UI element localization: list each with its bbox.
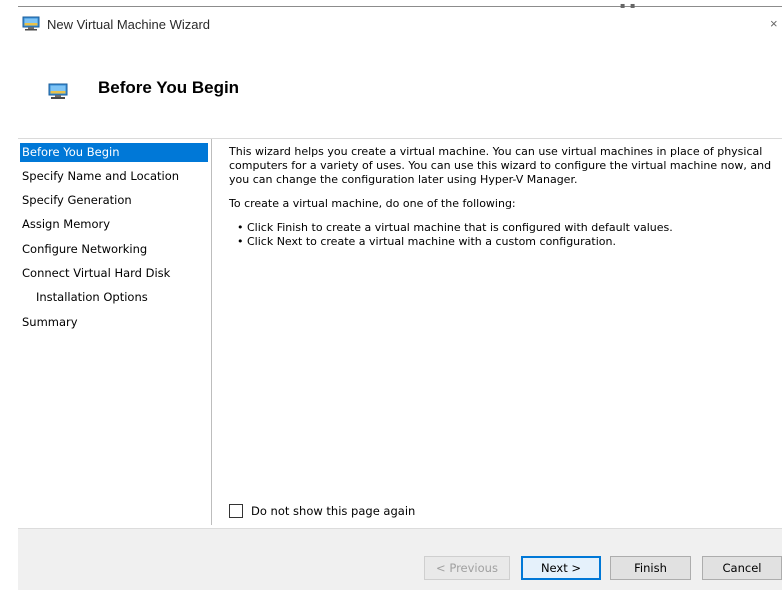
nav-item-label: Summary <box>22 315 78 329</box>
finish-button[interactable]: Finish <box>610 556 691 580</box>
list-item: • Click Finish to create a virtual machi… <box>237 221 673 234</box>
nav-item-label: Configure Networking <box>22 242 148 256</box>
next-button[interactable]: Next > <box>521 556 601 580</box>
option-list: • Click Finish to create a virtual machi… <box>229 221 779 249</box>
nav-item-label: Before You Begin <box>22 145 120 159</box>
nav-item-configure-networking[interactable]: Configure Networking <box>20 240 208 259</box>
nav-item-summary[interactable]: Summary <box>20 313 208 332</box>
wizard-header: Before You Begin <box>0 41 782 137</box>
nav-item-specify-generation[interactable]: Specify Generation <box>20 191 208 210</box>
nav-item-label: Specify Name and Location <box>22 169 180 183</box>
nav-item-assign-memory[interactable]: Assign Memory <box>20 215 208 234</box>
previous-button[interactable]: < Previous <box>424 556 510 580</box>
title-bar: New Virtual Machine Wizard × <box>0 7 782 41</box>
nav-item-label: Assign Memory <box>22 217 111 231</box>
close-icon[interactable]: × <box>770 16 778 31</box>
intro-text: This wizard helps you create a virtual m… <box>229 145 772 186</box>
nav-item-connect-virtual-hard-disk[interactable]: Connect Virtual Hard Disk <box>20 264 208 283</box>
list-item: • Click Next to create a virtual machine… <box>237 235 616 248</box>
virtual-machine-icon <box>48 83 68 99</box>
wizard-body: Before You Begin Specify Name and Locati… <box>18 138 782 529</box>
do-not-show-checkbox[interactable] <box>229 504 243 518</box>
page-title: Before You Begin <box>98 78 240 97</box>
nav-item-label: Specify Generation <box>22 193 132 207</box>
button-bar: < Previous Next > Finish Cancel <box>18 528 782 590</box>
window-title: New Virtual Machine Wizard <box>47 17 211 32</box>
nav-item-label: Installation Options <box>36 290 148 304</box>
nav-item-installation-options[interactable]: Installation Options <box>20 288 210 307</box>
nav-item-label: Connect Virtual Hard Disk <box>22 266 171 280</box>
do-not-show-label[interactable]: Do not show this page again <box>251 504 415 518</box>
step-navigation: Before You Begin Specify Name and Locati… <box>18 139 212 525</box>
cancel-button[interactable]: Cancel <box>702 556 782 580</box>
nav-item-specify-name-location[interactable]: Specify Name and Location <box>20 167 208 186</box>
virtual-machine-icon <box>22 16 40 31</box>
do-not-show-checkbox-row[interactable]: Do not show this page again <box>229 503 415 519</box>
instruction-text: To create a virtual machine, do one of t… <box>229 197 516 210</box>
nav-item-before-you-begin[interactable]: Before You Begin <box>20 143 208 162</box>
wizard-content: This wizard helps you create a virtual m… <box>229 145 779 249</box>
